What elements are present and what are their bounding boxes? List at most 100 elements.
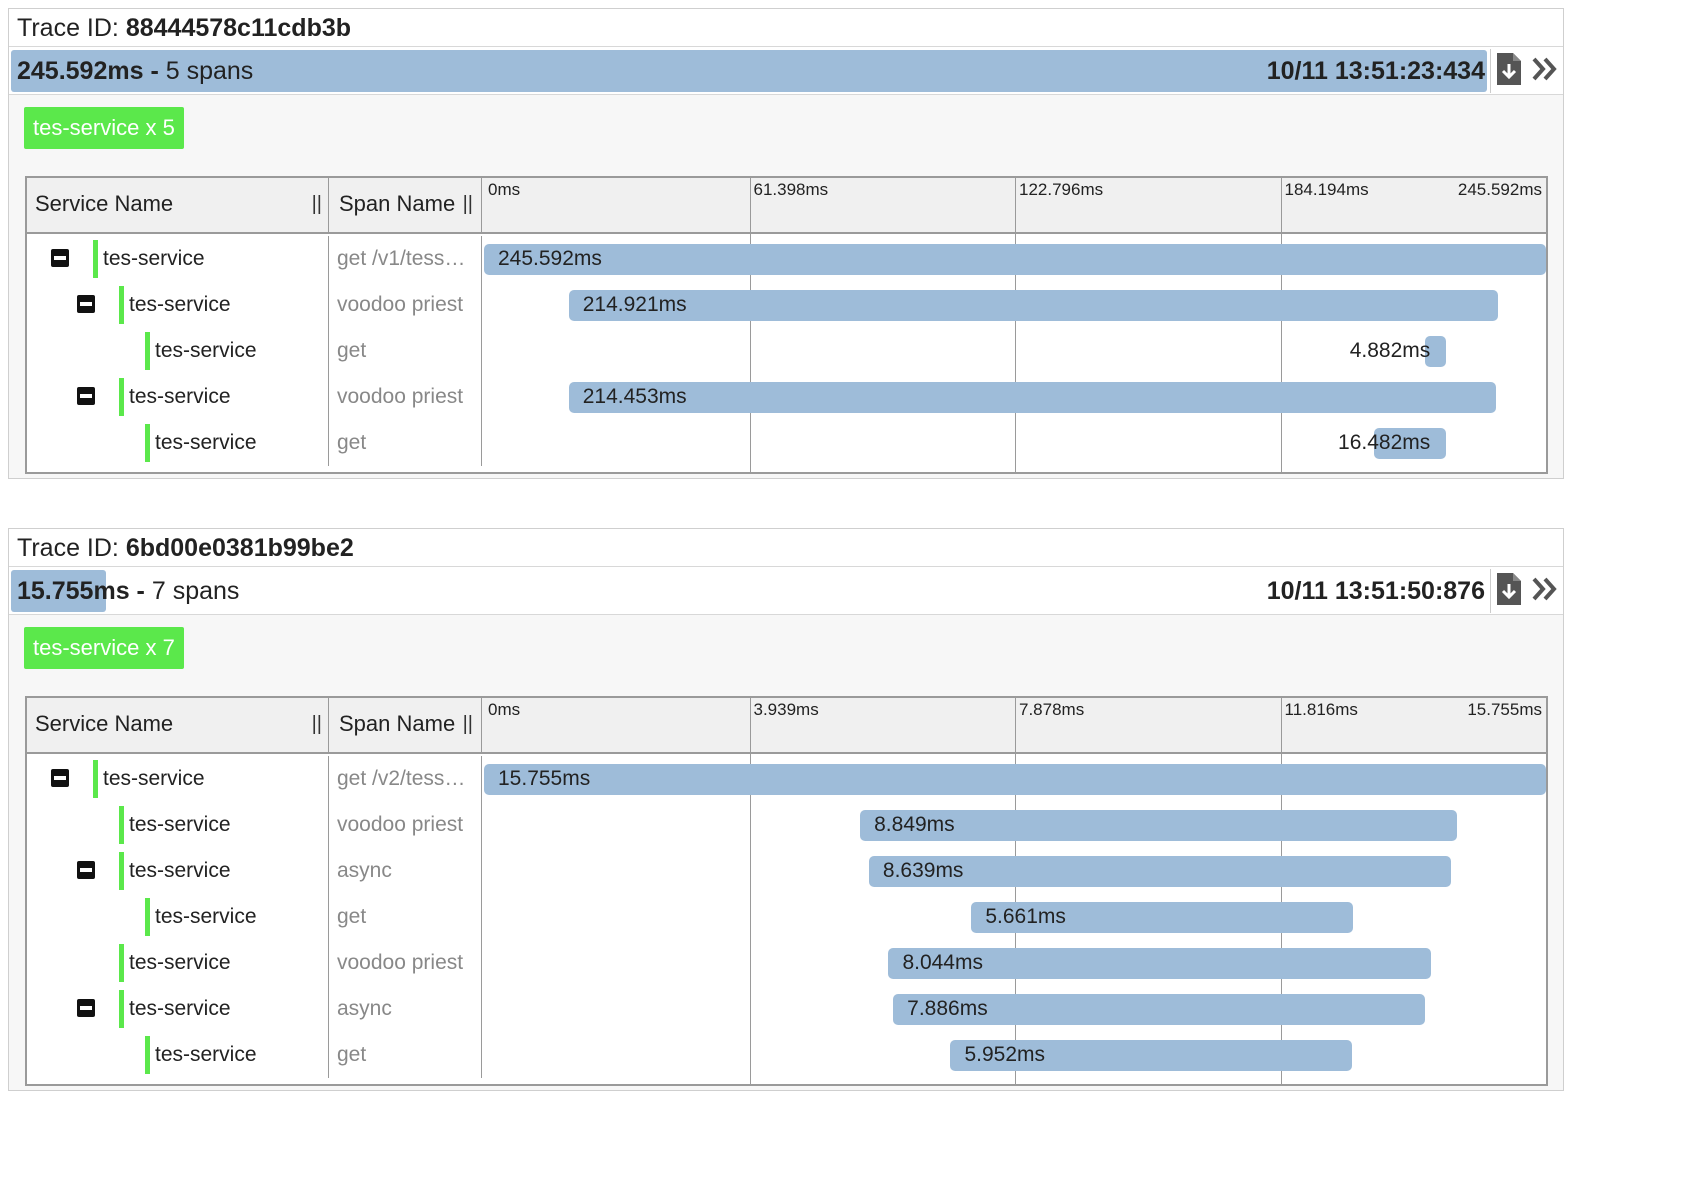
span-row[interactable]: tes-service get /v1/tess… 245.592ms [27, 236, 1546, 282]
span-row[interactable]: tes-service voodoo priest 214.921ms [27, 282, 1546, 328]
service-name: tes-service [129, 951, 231, 974]
service-filter-badge[interactable]: tes-service x 7 [24, 627, 184, 669]
service-name: tes-service [103, 247, 205, 270]
span-duration-label: 4.882ms [1349, 339, 1431, 362]
span-duration-label: 245.592ms [498, 247, 602, 270]
span-duration-label: 5.661ms [985, 905, 1066, 928]
trace-title: Trace ID: 6bd00e0381b99be2 [9, 529, 1563, 567]
span-row[interactable]: tes-service get 5.661ms [27, 894, 1546, 940]
summary-separator: - [129, 577, 152, 605]
service-color-marker [93, 240, 98, 278]
span-duration-bar[interactable] [568, 290, 1499, 321]
trace-timestamp: 10/11 13:51:23:434 [1266, 57, 1485, 85]
timeline-tick-label: 122.796ms [1019, 180, 1104, 199]
service-color-marker [145, 424, 150, 462]
grid-header: Service Name || Span Name || 0ms 61.398ms 122.… [27, 178, 1546, 234]
double-chevron-right-icon[interactable] [1531, 575, 1559, 608]
file-download-icon[interactable] [1496, 52, 1522, 91]
trace-summary: 245.592ms - 5 spans [17, 47, 253, 95]
service-name: tes-service [129, 813, 231, 836]
timeline-tick-label: 11.816ms [1284, 700, 1358, 719]
timeline-tick-label: 61.398ms [753, 180, 829, 199]
service-color-marker [119, 286, 124, 324]
service-name: tes-service [155, 431, 257, 454]
span-duration-label: 214.453ms [582, 385, 687, 408]
collapse-icon[interactable] [51, 249, 69, 267]
trace-title: Trace ID: 88444578c11cdb3b [9, 9, 1563, 47]
span-row[interactable]: tes-service get 16.482ms [27, 420, 1546, 466]
span-row[interactable]: tes-service get 4.882ms [27, 328, 1546, 374]
service-color-marker [145, 332, 150, 370]
service-cell: tes-service [27, 1032, 329, 1078]
span-name: get [329, 328, 482, 374]
collapse-icon[interactable] [77, 861, 95, 879]
span-row[interactable]: tes-service async 7.886ms [27, 986, 1546, 1032]
spans-suffix: spans [186, 57, 254, 85]
span-name-header-label: Span Name [339, 711, 456, 736]
service-name: tes-service [129, 859, 231, 882]
double-chevron-right-icon[interactable] [1531, 55, 1559, 88]
span-row[interactable]: tes-service voodoo priest 8.849ms [27, 802, 1546, 848]
column-resize-handle[interactable]: || [463, 178, 473, 230]
service-color-marker [119, 944, 124, 982]
span-name: get [329, 894, 482, 940]
collapse-icon[interactable] [77, 999, 95, 1017]
service-name-header-label: Service Name [35, 711, 174, 736]
trace-id-label: Trace ID: [17, 14, 119, 42]
collapse-icon[interactable] [77, 295, 95, 313]
span-grid: Service Name || Span Name || 0ms 3.939ms 7.878… [25, 696, 1548, 1086]
span-duration-bar[interactable] [484, 244, 1546, 275]
service-cell: tes-service [27, 848, 329, 894]
summary-separator: - [143, 57, 166, 85]
span-row[interactable]: tes-service voodoo priest 214.453ms [27, 374, 1546, 420]
span-count: 7 [151, 577, 166, 605]
span-duration-label: 5.952ms [964, 1043, 1045, 1066]
service-name-header[interactable]: Service Name || [27, 698, 329, 752]
service-cell: tes-service [27, 420, 329, 466]
trace-id-value[interactable]: 6bd00e0381b99be2 [126, 534, 354, 562]
service-color-marker [119, 378, 124, 416]
span-name: voodoo priest [329, 940, 482, 986]
service-name: tes-service [155, 339, 257, 362]
service-name-header[interactable]: Service Name || [27, 178, 329, 232]
grid-header: Service Name || Span Name || 0ms 3.939ms 7.878… [27, 698, 1546, 754]
span-name: voodoo priest [329, 282, 482, 328]
column-resize-handle[interactable]: || [312, 698, 322, 750]
service-name: tes-service [155, 1043, 257, 1066]
service-cell: tes-service [27, 328, 329, 374]
trace-timestamp: 10/11 13:51:50:876 [1266, 577, 1485, 605]
span-name: get [329, 420, 482, 466]
span-duration-label: 15.755ms [498, 767, 591, 790]
span-row[interactable]: tes-service async 8.639ms [27, 848, 1546, 894]
collapse-icon[interactable] [77, 387, 95, 405]
span-row[interactable]: tes-service get /v2/tess… 15.755ms [27, 756, 1546, 802]
span-row[interactable]: tes-service voodoo priest 8.044ms [27, 940, 1546, 986]
column-resize-handle[interactable]: || [312, 178, 322, 230]
service-name: tes-service [129, 293, 231, 316]
file-download-icon[interactable] [1496, 572, 1522, 611]
timeline-tick-label: 7.878ms [1019, 700, 1085, 719]
span-name-header[interactable]: Span Name || [329, 178, 482, 232]
span-duration-label: 7.886ms [907, 997, 988, 1020]
span-duration-bar[interactable] [484, 764, 1546, 795]
span-name-header[interactable]: Span Name || [329, 698, 482, 752]
trace-summary-bar[interactable]: 245.592ms - 5 spans 10/11 13:51:23:434 [9, 47, 1563, 95]
trace-summary-bar[interactable]: 15.755ms - 7 spans 10/11 13:51:50:876 [9, 567, 1563, 615]
span-duration-bar[interactable] [568, 382, 1497, 413]
trace-id-value[interactable]: 88444578c11cdb3b [126, 14, 351, 42]
column-resize-handle[interactable]: || [463, 698, 473, 750]
collapse-icon[interactable] [51, 769, 69, 787]
trace-panel: Trace ID: 88444578c11cdb3b 245.592ms - 5 … [8, 8, 1564, 479]
span-duration-label: 8.044ms [902, 951, 983, 974]
trace-list: Trace ID: 88444578c11cdb3b 245.592ms - 5 … [0, 0, 1568, 1098]
service-filter-badge[interactable]: tes-service x 5 [24, 107, 184, 149]
span-row[interactable]: tes-service get 5.952ms [27, 1032, 1546, 1078]
timeline-tick-label: 3.939ms [753, 700, 819, 719]
span-duration-label: 16.482ms [1338, 431, 1431, 454]
service-color-marker [119, 806, 124, 844]
service-name-header-label: Service Name [35, 191, 174, 216]
span-name: async [329, 986, 482, 1032]
trace-duration: 245.592ms [17, 57, 144, 85]
service-color-marker [145, 898, 150, 936]
trace-summary: 15.755ms - 7 spans [17, 567, 239, 615]
